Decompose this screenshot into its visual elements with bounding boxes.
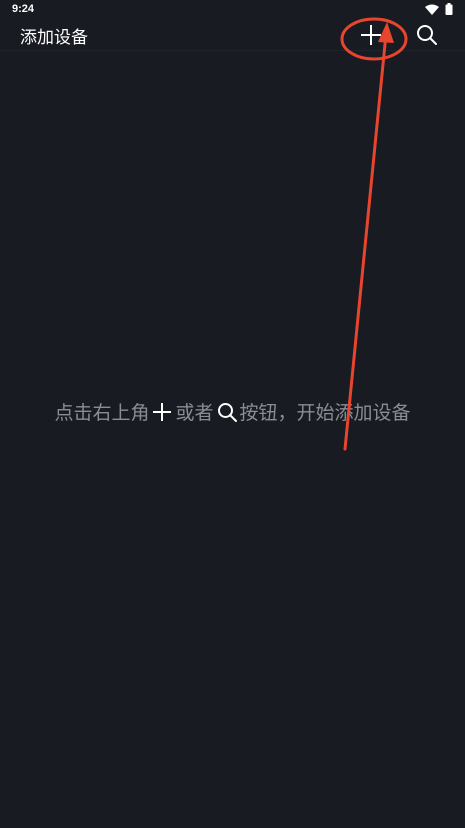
annotation-arrow-line [343, 32, 388, 451]
search-icon [216, 401, 238, 423]
hint-text-before: 点击右上角 [54, 402, 150, 424]
status-icons [425, 2, 453, 15]
search-button[interactable] [414, 22, 440, 48]
page-title: 添加设备 [20, 28, 88, 48]
hint-text-between: 或者 [175, 402, 214, 424]
battery-icon [445, 0, 453, 19]
empty-state-hint: 点击右上角 或者 按钮，开始添加设备 [0, 398, 465, 425]
search-icon [414, 25, 440, 52]
hint-text-after: 按钮，开始添加设备 [239, 402, 411, 424]
status-time: 9:24 [12, 3, 35, 15]
plus-icon [358, 25, 384, 52]
plus-icon [151, 401, 173, 423]
add-device-button[interactable] [358, 22, 384, 48]
status-bar: 9:24 [0, 0, 465, 20]
app-bar: 添加设备 [0, 20, 465, 51]
screen: 9:24 添加设备 点击右上角 或者 按钮，开始添加设备 [0, 0, 465, 828]
wifi-icon [425, 0, 439, 19]
